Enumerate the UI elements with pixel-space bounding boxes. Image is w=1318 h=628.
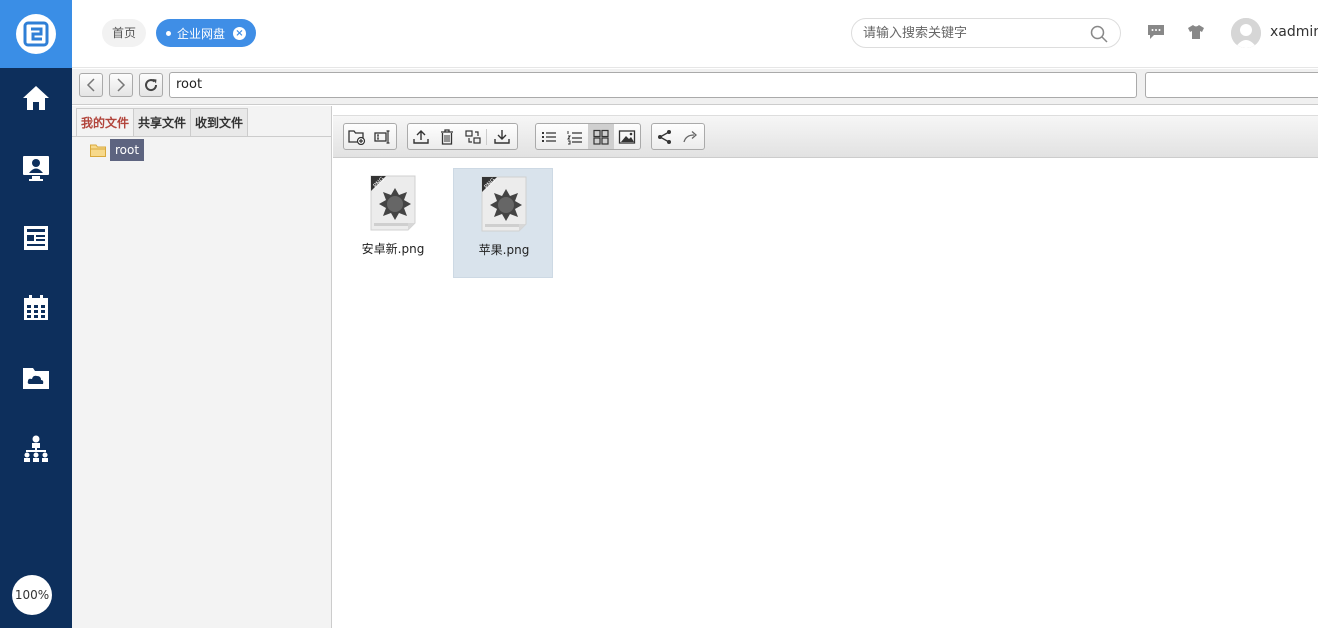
share-icon	[658, 129, 671, 144]
message-icon[interactable]	[1147, 24, 1165, 40]
tab-my-files[interactable]: 我的文件	[76, 108, 135, 137]
monitor-user-icon	[23, 156, 49, 181]
username[interactable]: xadmin	[1270, 24, 1318, 40]
tree-node-root[interactable]: root	[90, 139, 145, 161]
toolbar-group-view	[535, 123, 641, 150]
nav-monitor-user[interactable]	[0, 133, 72, 203]
cloud-folder-icon	[23, 368, 49, 389]
tree-node-label: root	[110, 139, 145, 161]
path-input[interactable]: root	[169, 72, 1137, 98]
forward-share-button[interactable]	[678, 124, 704, 149]
copy-move-icon	[465, 129, 481, 144]
file-name: 安卓新.png	[361, 242, 425, 256]
tab-divider	[72, 136, 331, 137]
chevron-right-icon	[117, 78, 126, 92]
file-toolbar	[333, 115, 1318, 158]
search-input[interactable]	[863, 19, 1083, 47]
download-icon	[494, 129, 510, 144]
upload-icon	[413, 129, 429, 144]
app-logo-icon	[16, 14, 56, 54]
filter-input[interactable]	[1145, 72, 1318, 98]
refresh-icon	[145, 79, 158, 92]
list-view-button[interactable]	[536, 124, 562, 149]
newspaper-icon	[24, 226, 48, 250]
toolbar-group-edit	[407, 123, 518, 150]
download-button[interactable]	[487, 124, 517, 149]
rename-icon	[374, 129, 390, 144]
file-item[interactable]: PNG 安卓新.png	[343, 168, 443, 278]
tab-received-files[interactable]: 收到文件	[190, 108, 249, 137]
folder-panel: 我的文件 共享文件 收到文件 root	[72, 106, 332, 628]
new-folder-button[interactable]	[344, 124, 370, 149]
nav-news[interactable]	[0, 203, 72, 273]
numbered-list-icon	[567, 130, 582, 144]
forward-button[interactable]	[109, 73, 133, 97]
home-icon	[23, 86, 49, 110]
chevron-left-icon	[86, 78, 95, 92]
close-icon[interactable]: ×	[233, 27, 246, 40]
toolbar-group-create	[343, 123, 397, 150]
file-item[interactable]: PNG 苹果.png	[453, 168, 553, 278]
path-bar: root	[72, 69, 1318, 105]
move-copy-button[interactable]	[460, 124, 486, 149]
trash-icon	[441, 128, 453, 145]
list-icon	[542, 131, 556, 142]
png-file-icon: PNG	[481, 176, 527, 232]
rename-button[interactable]	[370, 124, 396, 149]
nav-home[interactable]	[0, 63, 72, 133]
shirt-icon[interactable]	[1187, 24, 1205, 40]
thumbnail-view-button[interactable]	[614, 124, 640, 149]
calendar-icon	[24, 295, 48, 320]
avatar[interactable]	[1231, 18, 1261, 48]
file-view-panel: PNG 安卓新.png PNG 苹果.png	[333, 106, 1318, 628]
file-category-tabs: 我的文件 共享文件 收到文件	[76, 108, 249, 137]
zoom-indicator[interactable]: 100%	[12, 575, 52, 615]
toolbar-group-share	[651, 123, 705, 150]
back-button[interactable]	[79, 73, 103, 97]
detail-view-button[interactable]	[562, 124, 588, 149]
delete-button[interactable]	[434, 124, 460, 149]
image-icon	[618, 129, 636, 144]
folder-icon	[90, 144, 106, 157]
png-file-icon: PNG	[370, 175, 416, 231]
org-chart-icon	[24, 435, 48, 462]
nav-org-chart[interactable]	[0, 413, 72, 483]
new-folder-icon	[348, 129, 366, 145]
tab-label: 企业网盘	[177, 26, 226, 41]
nav-calendar[interactable]	[0, 273, 72, 343]
tab-dot-icon	[166, 30, 171, 36]
tab-home[interactable]: 首页	[102, 19, 147, 47]
upload-button[interactable]	[408, 124, 434, 149]
grid-icon	[593, 129, 609, 145]
search-icon[interactable]	[1090, 25, 1108, 43]
user-avatar-icon	[1231, 18, 1261, 48]
tab-enterprise-disk[interactable]: 企业网盘 ×	[156, 19, 256, 47]
share-button[interactable]	[652, 124, 678, 149]
forward-arrow-icon	[683, 130, 697, 142]
top-header: 首页 企业网盘 × xadmin	[72, 0, 1318, 68]
main-sidebar: 100%	[0, 0, 72, 628]
tab-shared-files[interactable]: 共享文件	[133, 108, 192, 137]
refresh-button[interactable]	[139, 73, 163, 97]
nav-cloud-folder[interactable]	[0, 343, 72, 413]
grid-view-button[interactable]	[588, 124, 614, 149]
app-logo[interactable]	[0, 0, 72, 68]
search-box	[851, 18, 1121, 48]
file-name: 苹果.png	[478, 243, 530, 257]
